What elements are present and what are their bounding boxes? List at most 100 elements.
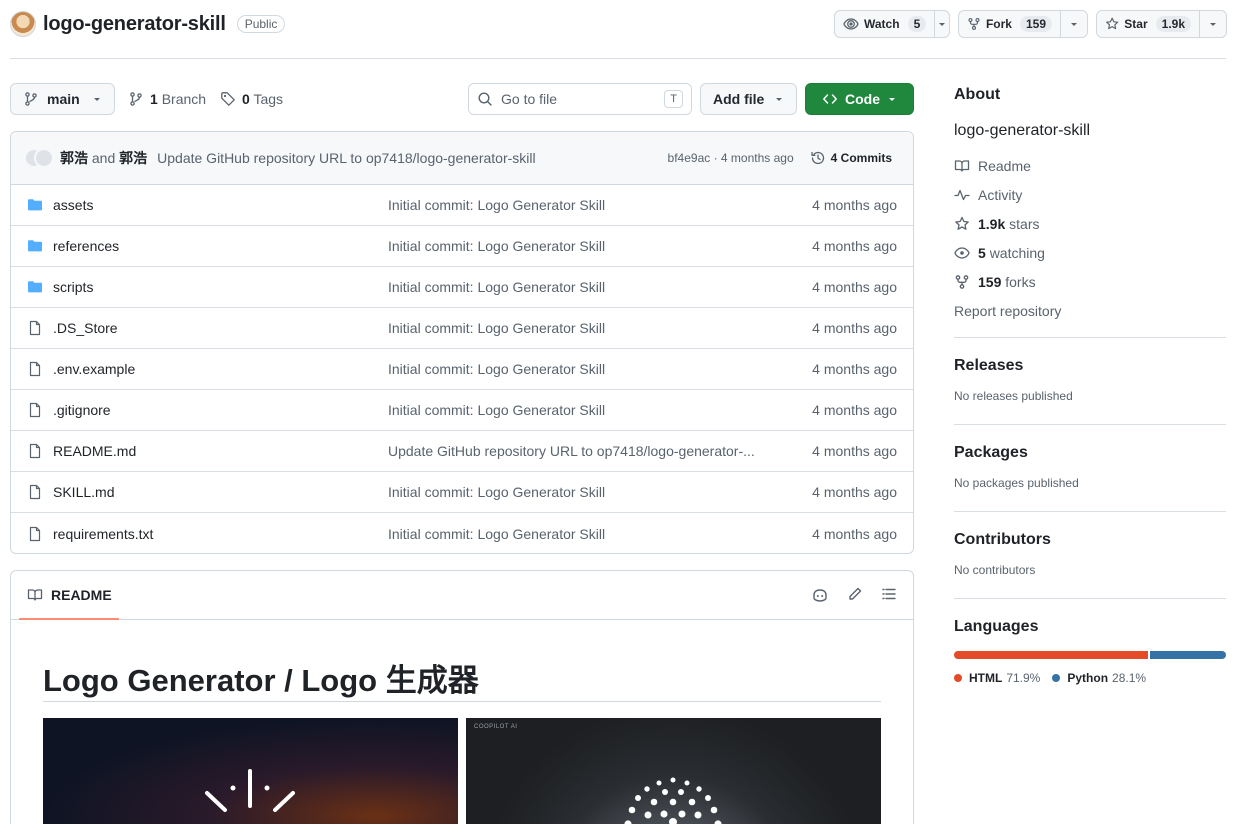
file-row[interactable]: requirements.txt Initial commit: Logo Gen… [11, 513, 913, 553]
history-icon [810, 151, 824, 165]
branches-link[interactable]: 1 Branch [128, 83, 206, 115]
file-name[interactable]: references [53, 238, 388, 254]
commits-link[interactable]: 4 Commits [810, 150, 892, 166]
forks-label: forks [1005, 273, 1036, 290]
star-icon [955, 216, 969, 230]
language-legend-item[interactable]: Python 28.1% [1052, 671, 1146, 685]
add-file-button[interactable]: Add file [700, 83, 797, 115]
star-button-group: Star 1.9k [1096, 10, 1227, 38]
file-type-icon [27, 484, 43, 500]
go-to-file-placeholder: Go to file [501, 91, 558, 107]
commits-count-label: 4 Commits [830, 151, 892, 165]
go-to-file-input[interactable]: Go to file T [468, 83, 692, 115]
tags-count: 0 [242, 91, 250, 107]
file-row[interactable]: .gitignore Initial commit: Logo Generator… [11, 390, 913, 431]
fork-label: Fork [985, 17, 1012, 31]
stars-link[interactable]: 1.9k stars [954, 209, 1226, 238]
file-name[interactable]: README.md [53, 443, 388, 459]
language-percent: 28.1% [1112, 671, 1147, 685]
caret-down-icon [889, 98, 895, 101]
forks-link[interactable]: 159 forks [954, 267, 1226, 296]
commit-authors-and: and [91, 150, 116, 166]
watching-link[interactable]: 5 watching [954, 238, 1226, 267]
file-commit-message[interactable]: Update GitHub repository URL to op7418/l… [388, 443, 778, 459]
repo-header: logo-generator-skill Public [10, 10, 286, 38]
watch-dropdown[interactable] [935, 11, 949, 37]
fork-dropdown[interactable] [1061, 11, 1087, 37]
commit-meta[interactable]: bf4e9ac · 4 months ago [668, 151, 794, 165]
file-commit-message[interactable]: Initial commit: Logo Generator Skill [388, 279, 778, 295]
watch-button[interactable]: Watch 5 [835, 11, 936, 37]
star-label: Star [1124, 17, 1148, 31]
readme-tab[interactable]: README [27, 571, 112, 619]
releases-heading[interactable]: Releases [954, 357, 1226, 375]
file-type-icon [27, 526, 43, 542]
star-count: 1.9k [1155, 16, 1191, 32]
activity-link[interactable]: Activity [954, 180, 1226, 209]
file-row[interactable]: SKILL.md Initial commit: Logo Generator S… [11, 472, 913, 513]
sidebar-divider [954, 424, 1226, 425]
add-file-label: Add file [713, 91, 765, 107]
commit-author-2[interactable]: 郭浩 [119, 150, 147, 166]
file-commit-message[interactable]: Initial commit: Logo Generator Skill [388, 238, 778, 254]
branch-name: main [47, 91, 80, 107]
file-name[interactable]: assets [53, 197, 388, 213]
file-commit-message[interactable]: Initial commit: Logo Generator Skill [388, 526, 778, 542]
outline-list-icon[interactable] [881, 586, 897, 602]
folder-icon [28, 240, 42, 252]
file-name[interactable]: .DS_Store [53, 320, 388, 336]
branch-selector[interactable]: main [10, 83, 115, 115]
file-icon [29, 320, 41, 336]
file-commit-message[interactable]: Initial commit: Logo Generator Skill [388, 402, 778, 418]
packages-heading[interactable]: Packages [954, 444, 1226, 462]
fork-button[interactable]: Fork 159 [959, 11, 1061, 37]
language-percent: 71.9% [1006, 671, 1041, 685]
file-row[interactable]: references Initial commit: Logo Generator… [11, 226, 913, 267]
file-name[interactable]: .env.example [53, 361, 388, 377]
file-name[interactable]: requirements.txt [53, 526, 388, 542]
branch-icon [130, 92, 142, 106]
commit-message[interactable]: Update GitHub repository URL to op7418/l… [157, 150, 535, 166]
file-type-icon [27, 443, 43, 459]
header-divider [10, 58, 1226, 59]
watch-count: 5 [907, 16, 927, 32]
file-commit-message[interactable]: Initial commit: Logo Generator Skill [388, 320, 778, 336]
report-repository-link[interactable]: Report repository [954, 296, 1226, 325]
language-legend-item[interactable]: HTML 71.9% [954, 671, 1040, 685]
contributors-note: No contributors [954, 563, 1036, 577]
commit-avatars[interactable] [24, 148, 54, 168]
file-commit-message[interactable]: Initial commit: Logo Generator Skill [388, 197, 778, 213]
tags-link[interactable]: 0 Tags [220, 83, 283, 115]
file-row[interactable]: README.md Update GitHub repository URL to… [11, 431, 913, 472]
readme-link[interactable]: Readme [954, 151, 1226, 180]
file-name[interactable]: .gitignore [53, 402, 388, 418]
language-bar-segment[interactable] [954, 651, 1149, 659]
file-commit-message[interactable]: Initial commit: Logo Generator Skill [388, 484, 778, 500]
file-list: assets Initial commit: Logo Generator Ski… [11, 185, 913, 553]
star-button[interactable]: Star 1.9k [1097, 11, 1200, 37]
owner-avatar[interactable] [10, 11, 36, 37]
pencil-icon[interactable] [847, 586, 863, 602]
language-bar-segment[interactable] [1150, 651, 1226, 659]
file-name[interactable]: SKILL.md [53, 484, 388, 500]
book-icon [27, 589, 43, 601]
watching-label: watching [989, 244, 1045, 261]
copilot-icon[interactable] [811, 586, 829, 604]
file-row[interactable]: scripts Initial commit: Logo Generator Sk… [11, 267, 913, 308]
file-row[interactable]: assets Initial commit: Logo Generator Ski… [11, 185, 913, 226]
file-row[interactable]: .DS_Store Initial commit: Logo Generator … [11, 308, 913, 349]
code-button[interactable]: Code [805, 83, 914, 115]
watching-count: 5 [978, 244, 986, 261]
file-icon [29, 443, 41, 459]
readme-actions [811, 586, 897, 604]
packages-section: Packages No packages published [954, 444, 1226, 490]
file-name[interactable]: scripts [53, 279, 388, 295]
star-dropdown[interactable] [1200, 11, 1226, 37]
file-commit-message[interactable]: Initial commit: Logo Generator Skill [388, 361, 778, 377]
caret-down-icon [1071, 23, 1077, 26]
branches-label: Branch [161, 91, 207, 107]
repo-name[interactable]: logo-generator-skill [43, 13, 226, 36]
contributors-heading[interactable]: Contributors [954, 531, 1226, 549]
file-row[interactable]: .env.example Initial commit: Logo Generat… [11, 349, 913, 390]
commit-author-1[interactable]: 郭浩 [60, 150, 88, 166]
